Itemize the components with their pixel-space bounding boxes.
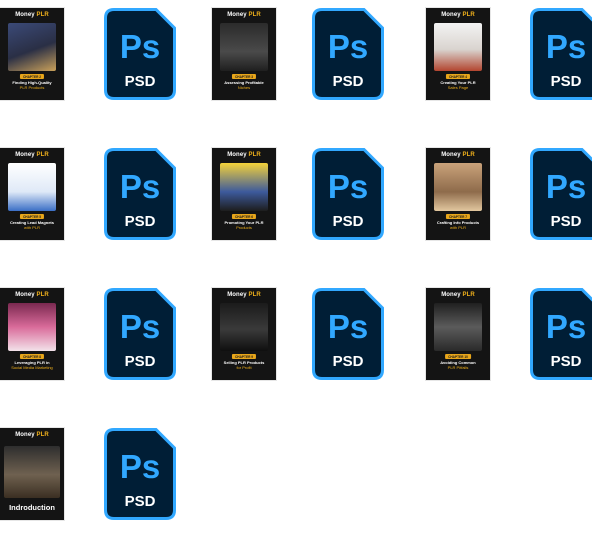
psd-file-shape: Ps PSD xyxy=(312,8,384,100)
chapter-badge: CHAPTER 5 xyxy=(19,214,45,219)
cover-subtitle: Products xyxy=(236,225,252,230)
profit-chalkboard-photo xyxy=(220,303,268,351)
intro-cover-thumbnail[interactable]: Money PLR Indroduction xyxy=(0,428,64,520)
photoshop-file-icon[interactable]: Ps PSD xyxy=(530,148,592,240)
brand-logo: Money PLR xyxy=(441,292,475,298)
psd-file-shape: Ps PSD xyxy=(104,148,176,240)
psd-label: PSD xyxy=(551,353,582,370)
cover-subtitle: PLR Pitfalls xyxy=(447,365,469,370)
photoshop-file-icon[interactable]: Ps PSD xyxy=(312,8,384,100)
cover-title: Creating Lead Magnets with PLR xyxy=(2,220,62,230)
brand-logo: Money PLR xyxy=(15,432,49,438)
chapter-badge: CHAPTER 9 xyxy=(231,354,257,359)
psd-file-shape: Ps PSD xyxy=(104,8,176,100)
chapter-badge: CHAPTER 2 xyxy=(19,74,45,79)
ps-glyph: Ps xyxy=(120,168,160,205)
photoshop-file-icon[interactable]: Ps PSD xyxy=(104,8,176,100)
ps-glyph: Ps xyxy=(120,448,160,485)
ps-glyph: Ps xyxy=(328,308,368,345)
brand-logo: Money PLR xyxy=(441,152,475,158)
psd-file-shape: Ps PSD xyxy=(104,288,176,380)
ps-glyph: Ps xyxy=(120,28,160,65)
cover-title: Leveraging PLR in Social Media Marketing xyxy=(2,360,62,370)
cover-thumbnail[interactable]: Money PLR CHAPTER 2 Finding High-Quality PL… xyxy=(0,8,64,100)
cover-title: Avoiding Common PLR Pitfalls xyxy=(428,360,488,370)
chapter-badge: CHAPTER 7 xyxy=(445,214,471,219)
psd-file-shape: Ps PSD xyxy=(312,288,384,380)
cover-subtitle: Sales Page xyxy=(447,85,469,90)
psd-file-shape: Ps PSD xyxy=(530,148,592,240)
ps-glyph: Ps xyxy=(546,28,586,65)
cover-thumbnail[interactable]: Money PLR CHAPTER 8 Leveraging PLR in Socia… xyxy=(0,288,64,380)
woman-laptop-photo xyxy=(434,23,482,71)
cover-title: Assessing Profitable Niches xyxy=(214,80,274,90)
ps-glyph: Ps xyxy=(328,28,368,65)
cover-title: Finding High-Quality PLR Products xyxy=(2,80,62,90)
cover-thumbnail[interactable]: Money PLR CHAPTER 6 Promoting Your PLR Prod… xyxy=(212,148,276,240)
psd-label: PSD xyxy=(125,493,156,510)
cover-title: Promoting Your PLR Products xyxy=(214,220,274,230)
cover-thumbnail[interactable]: Money PLR CHAPTER 10 Avoiding Common PLR Pi… xyxy=(426,288,490,380)
photoshop-file-icon[interactable]: Ps PSD xyxy=(312,288,384,380)
cover-title: Indroduction xyxy=(9,503,55,512)
businessman-photo xyxy=(220,23,268,71)
magnet-illustration xyxy=(8,163,56,211)
photoshop-file-icon[interactable]: Ps PSD xyxy=(104,428,176,520)
ps-glyph: Ps xyxy=(120,308,160,345)
photoshop-file-icon[interactable]: Ps PSD xyxy=(104,288,176,380)
psd-file-shape: Ps PSD xyxy=(104,428,176,520)
photoshop-file-icon[interactable]: Ps PSD xyxy=(530,8,592,100)
ps-glyph: Ps xyxy=(546,168,586,205)
brand-logo: Money PLR xyxy=(227,292,261,298)
psd-file-shape: Ps PSD xyxy=(312,148,384,240)
psd-label: PSD xyxy=(551,213,582,230)
chapter-badge: CHAPTER 3 xyxy=(231,74,257,79)
chapter-badge: CHAPTER 6 xyxy=(231,214,257,219)
cover-subtitle: with PLR xyxy=(449,225,466,230)
psd-file-shape: Ps PSD xyxy=(530,8,592,100)
psd-label: PSD xyxy=(551,73,582,90)
brand-logo: Money PLR xyxy=(15,292,49,298)
cover-thumbnail[interactable]: Money PLR CHAPTER 9 Selling PLR Products fo… xyxy=(212,288,276,380)
psd-file-shape: Ps PSD xyxy=(530,288,592,380)
cover-title: Selling PLR Products for Profit xyxy=(214,360,274,370)
cover-subtitle: with PLR xyxy=(23,225,40,230)
boxes-photo xyxy=(434,163,482,211)
photoshop-file-icon[interactable]: Ps PSD xyxy=(312,148,384,240)
photoshop-file-icon[interactable]: Ps PSD xyxy=(530,288,592,380)
brand-logo: Money PLR xyxy=(15,12,49,18)
psd-label: PSD xyxy=(333,73,364,90)
brand-logo: Money PLR xyxy=(227,12,261,18)
brand-logo: Money PLR xyxy=(441,12,475,18)
chapter-badge: CHAPTER 4 xyxy=(445,74,471,79)
cover-thumbnail[interactable]: Money PLR CHAPTER 5 Creating Lead Magnets w… xyxy=(0,148,64,240)
chapter-badge: CHAPTER 8 xyxy=(19,354,45,359)
psd-label: PSD xyxy=(333,213,364,230)
brand-logo: Money PLR xyxy=(227,152,261,158)
photoshop-file-icon[interactable]: Ps PSD xyxy=(104,148,176,240)
psd-label: PSD xyxy=(125,73,156,90)
cover-subtitle: Niches xyxy=(237,85,251,90)
woman-phone-photo xyxy=(8,303,56,351)
cover-thumbnail[interactable]: Money PLR CHAPTER 3 Assessing Profitable Ni… xyxy=(212,8,276,100)
psd-label: PSD xyxy=(125,213,156,230)
brand-logo: Money PLR xyxy=(15,152,49,158)
cover-title: Crafting Info Products with PLR xyxy=(428,220,488,230)
psd-label: PSD xyxy=(333,353,364,370)
product-box-illustration xyxy=(8,23,56,71)
cover-thumbnail[interactable]: Money PLR CHAPTER 7 Crafting Info Products… xyxy=(426,148,490,240)
cover-title: Creating Your PLR Sales Page xyxy=(428,80,488,90)
cover-subtitle: for Profit xyxy=(236,365,252,370)
ps-glyph: Ps xyxy=(546,308,586,345)
man-desk-photo xyxy=(434,303,482,351)
ps-glyph: Ps xyxy=(328,168,368,205)
psd-label: PSD xyxy=(125,353,156,370)
presenter-stage-photo xyxy=(4,446,60,498)
chapter-badge: CHAPTER 10 xyxy=(445,354,471,359)
cover-thumbnail[interactable]: Money PLR CHAPTER 4 Creating Your PLR Sales… xyxy=(426,8,490,100)
cover-subtitle: Social Media Marketing xyxy=(11,365,53,370)
megaphone-man-photo xyxy=(220,163,268,211)
cover-subtitle: PLR Products xyxy=(19,85,45,90)
